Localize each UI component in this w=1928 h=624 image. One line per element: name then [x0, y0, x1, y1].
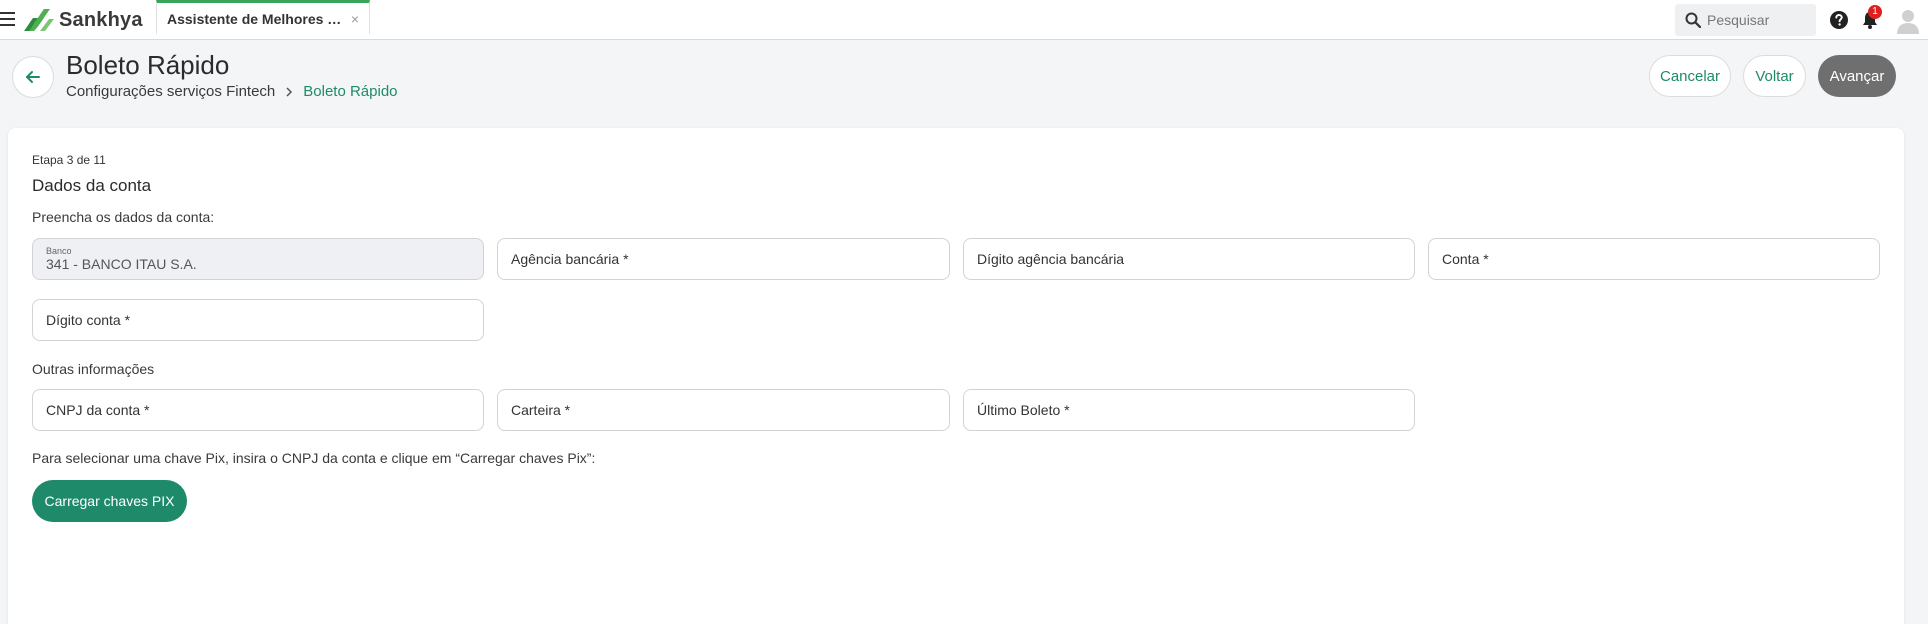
menu-icon[interactable] [0, 12, 16, 28]
account-digit-field[interactable]: Dígito conta * [32, 299, 484, 341]
breadcrumb: Configurações serviços Fintech Boleto Rá… [66, 83, 398, 100]
last-boleto-field[interactable]: Último Boleto * [963, 389, 1415, 431]
avancar-button[interactable]: Avançar [1818, 55, 1896, 97]
pix-instruction: Para selecionar uma chave Pix, insira o … [32, 450, 596, 466]
chevron-right-icon [286, 86, 293, 97]
breadcrumb-item-fintech[interactable]: Configurações serviços Fintech [66, 83, 275, 100]
top-bar: Sankhya Assistente de Melhores Pr... × 1 [0, 0, 1928, 40]
search-input[interactable] [1707, 12, 1807, 28]
form-instruction: Preencha os dados da conta: [32, 209, 215, 225]
agency-digit-field[interactable]: Dígito agência bancária [963, 238, 1415, 280]
notification-badge: 1 [1868, 5, 1882, 19]
section-title: Dados da conta [32, 176, 152, 195]
help-icon[interactable] [1829, 10, 1849, 30]
arrow-left-icon [26, 71, 40, 83]
other-info-title: Outras informações [32, 361, 155, 377]
bank-label: Banco [46, 246, 72, 256]
avatar-icon[interactable] [1894, 6, 1922, 34]
breadcrumb-item-boleto[interactable]: Boleto Rápido [303, 83, 397, 100]
account-field[interactable]: Conta * [1428, 238, 1880, 280]
account-label: Conta * [1442, 251, 1489, 267]
agency-label: Agência bancária * [511, 251, 629, 267]
search-box[interactable] [1675, 4, 1816, 36]
step-indicator: Etapa 3 de 11 [32, 153, 106, 167]
account-digit-label: Dígito conta * [46, 312, 131, 328]
tab-label: Assistente de Melhores Pr... [167, 10, 345, 27]
last-boleto-label: Último Boleto * [977, 402, 1070, 418]
wallet-field[interactable]: Carteira * [497, 389, 950, 431]
wallet-label: Carteira * [511, 402, 571, 418]
page-title: Boleto Rápido [66, 50, 230, 80]
voltar-button[interactable]: Voltar [1743, 55, 1806, 97]
cancel-button[interactable]: Cancelar [1649, 55, 1731, 97]
bank-field: Banco 341 - BANCO ITAU S.A. [32, 238, 484, 280]
app-logo[interactable]: Sankhya [24, 6, 143, 34]
cnpj-field[interactable]: CNPJ da conta * [32, 389, 484, 431]
logo-text: Sankhya [59, 8, 143, 31]
close-icon[interactable]: × [351, 11, 359, 27]
form-card [8, 128, 1904, 624]
tab-assistente[interactable]: Assistente de Melhores Pr... × [156, 0, 370, 34]
back-button[interactable] [12, 56, 54, 98]
agency-field[interactable]: Agência bancária * [497, 238, 950, 280]
bank-value: 341 - BANCO ITAU S.A. [46, 256, 197, 272]
cnpj-label: CNPJ da conta * [46, 402, 150, 418]
load-pix-keys-button[interactable]: Carregar chaves PIX [32, 480, 187, 522]
agency-digit-label: Dígito agência bancária [977, 251, 1125, 267]
search-icon [1685, 12, 1701, 28]
sankhya-logo-icon [24, 9, 54, 31]
